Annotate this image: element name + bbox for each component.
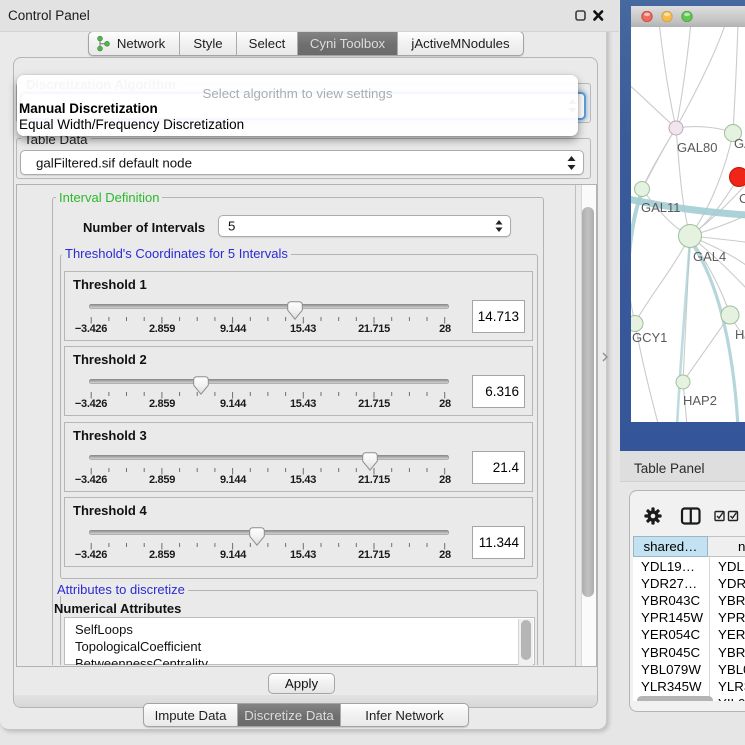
svg-text:HAP2: HAP2 <box>683 393 717 408</box>
svg-text:GCY1: GCY1 <box>632 330 667 345</box>
svg-text:GAL80: GAL80 <box>677 140 717 155</box>
svg-text:C: C <box>739 191 745 206</box>
svg-text:GAL4: GAL4 <box>693 249 726 264</box>
svg-text:GA: GA <box>734 136 745 151</box>
svg-text:GAL11: GAL11 <box>641 200 681 215</box>
svg-text:H: H <box>735 327 744 342</box>
